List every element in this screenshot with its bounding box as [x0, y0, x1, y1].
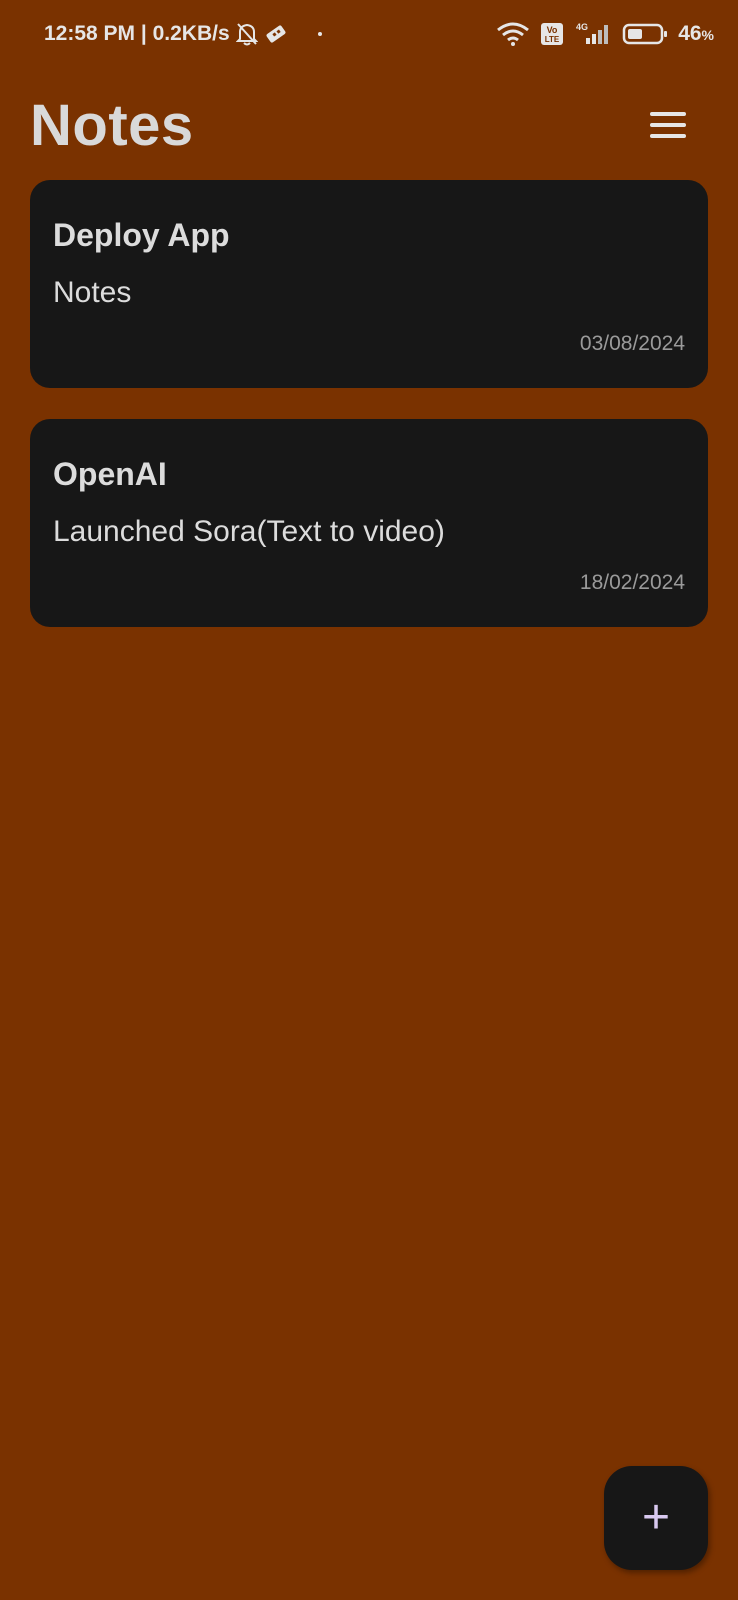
svg-text:Vo: Vo — [547, 25, 558, 35]
note-card[interactable]: OpenAI Launched Sora(Text to video) 18/0… — [30, 419, 708, 627]
battery-percent: 46% — [678, 22, 714, 45]
volte-icon: Vo LTE — [540, 22, 564, 46]
status-bar: 12:58 PM | 0.2KB/s Vo LTE 4G 46% — [0, 0, 738, 68]
signal-icon: 4G — [574, 22, 612, 46]
note-date: 18/02/2024 — [579, 571, 685, 594]
battery-icon — [622, 22, 668, 46]
note-date: 03/08/2024 — [579, 332, 685, 355]
status-left: 12:58 PM | 0.2KB/s — [44, 22, 322, 46]
menu-line — [650, 112, 686, 116]
status-right: Vo LTE 4G 46% — [496, 22, 714, 46]
add-note-button[interactable]: + — [604, 1466, 708, 1570]
status-time-speed: 12:58 PM | 0.2KB/s — [44, 22, 230, 45]
add-icon: + — [641, 1491, 671, 1544]
notification-dot — [317, 32, 322, 36]
hamburger-menu-icon[interactable] — [648, 108, 688, 142]
note-title: Deploy App — [53, 217, 230, 253]
wifi-icon — [496, 22, 530, 46]
notes-list: Deploy App Notes 03/08/2024 OpenAI Launc… — [30, 180, 708, 658]
note-card[interactable]: Deploy App Notes 03/08/2024 — [30, 180, 708, 388]
menu-line — [650, 123, 686, 127]
menu-line — [650, 134, 686, 138]
note-body: Launched Sora(Text to video) — [53, 515, 445, 548]
bell-off-icon — [235, 22, 258, 46]
page-title: Notes — [30, 93, 194, 158]
svg-text:4G: 4G — [576, 22, 588, 32]
svg-text:LTE: LTE — [545, 35, 560, 44]
note-title: OpenAI — [53, 456, 167, 492]
note-body: Notes — [53, 276, 132, 309]
usb-icon — [264, 23, 288, 45]
